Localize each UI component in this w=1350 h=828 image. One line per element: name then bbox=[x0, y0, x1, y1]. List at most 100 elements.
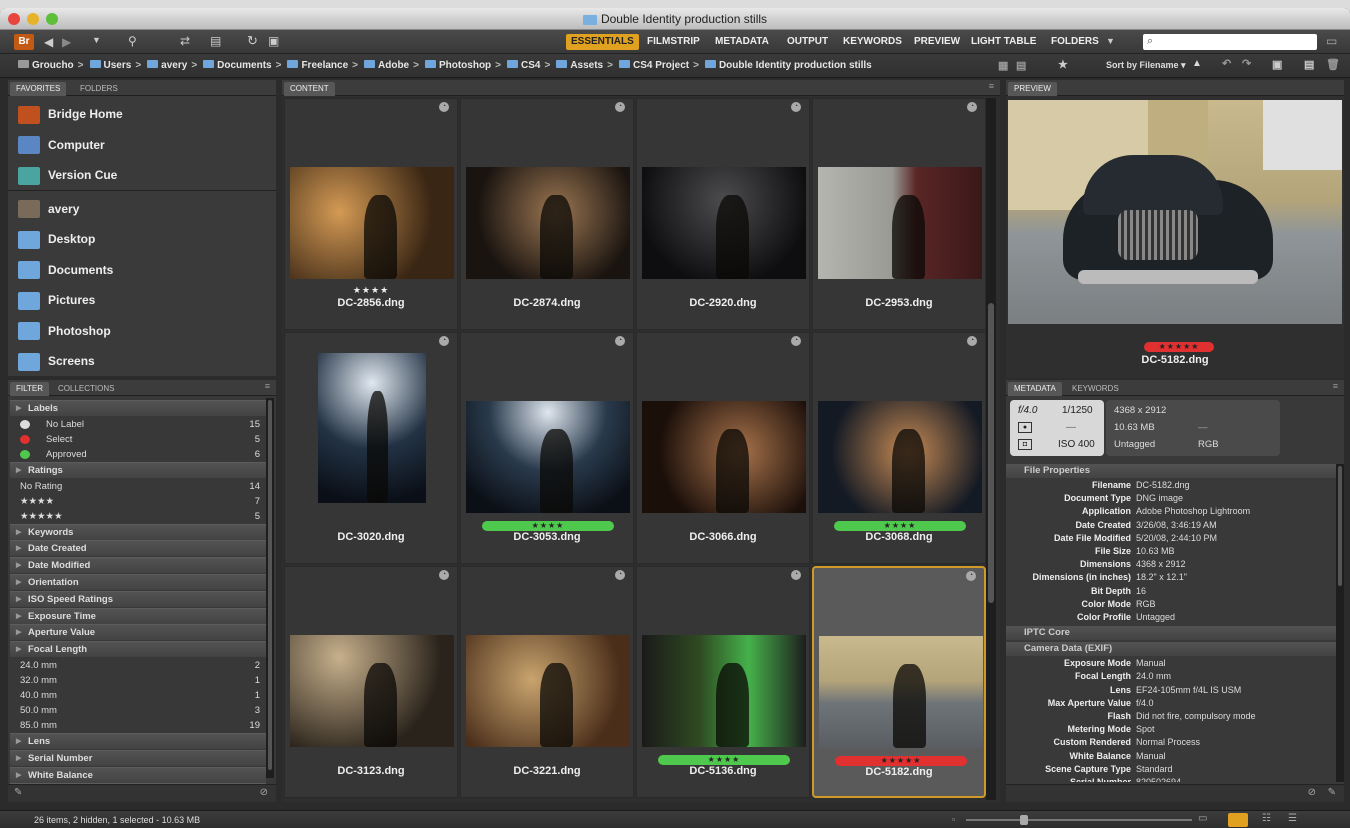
rotate-icon[interactable]: ↻ bbox=[247, 33, 258, 49]
tab-filter[interactable]: FILTER bbox=[10, 382, 49, 396]
favorite-documents[interactable]: Documents bbox=[18, 256, 113, 284]
filter-section-date-modified[interactable]: ▶ Date Modified bbox=[10, 557, 266, 574]
thumbnail-cell[interactable]: ◔ ★★★★ DC-3068.dng bbox=[812, 332, 986, 564]
thumbnail-image[interactable] bbox=[818, 167, 982, 279]
thumbnail-cell[interactable]: ◔ ★★★★ DC-5136.dng bbox=[636, 566, 810, 798]
breadcrumb-item[interactable]: Users bbox=[104, 60, 132, 71]
breadcrumb-item[interactable]: CS4 bbox=[521, 60, 540, 71]
filter-item-select[interactable]: Select 5 bbox=[10, 432, 266, 447]
metadata-value[interactable]: Untagged bbox=[1136, 611, 1175, 624]
metadata-badge-icon[interactable]: ◔ bbox=[615, 336, 625, 346]
filter-item-approved[interactable]: Approved 6 bbox=[10, 447, 266, 462]
metadata-value[interactable]: Standard bbox=[1136, 763, 1173, 776]
content-scrollbar[interactable] bbox=[986, 98, 996, 800]
open-in-camera-raw-icon[interactable]: ▤ bbox=[210, 34, 221, 48]
metadata-value[interactable]: Spot bbox=[1136, 723, 1155, 736]
metadata-value[interactable]: 16 bbox=[1136, 585, 1146, 598]
metadata-badge-icon[interactable]: ◔ bbox=[439, 336, 449, 346]
favorite-pictures[interactable]: Pictures bbox=[18, 286, 95, 314]
thumbnail-image[interactable] bbox=[818, 401, 982, 513]
favorite-bridge-home[interactable]: Bridge Home bbox=[18, 100, 123, 128]
filter-section-serial-number[interactable]: ▶ Serial Number bbox=[10, 749, 266, 766]
breadcrumb-item[interactable]: Groucho bbox=[32, 60, 74, 71]
pin-filter-icon[interactable]: ✎ bbox=[14, 787, 22, 798]
thumbnail-cell[interactable]: ◔ DC-3020.dng bbox=[284, 332, 458, 564]
filter-section-exposure-time[interactable]: ▶ Exposure Time bbox=[10, 607, 266, 624]
metadata-value[interactable]: 4368 x 2912 bbox=[1136, 558, 1186, 571]
thumbnail-cell[interactable]: ◔ DC-2953.dng bbox=[812, 98, 986, 330]
favorite-photoshop[interactable]: Photoshop bbox=[18, 317, 111, 345]
workspace-output[interactable]: OUTPUT bbox=[782, 34, 833, 50]
recent-dropdown-icon[interactable]: ▼ bbox=[92, 35, 101, 45]
view-as-details-icon[interactable]: ☷ bbox=[1262, 813, 1271, 824]
forward-arrow-icon[interactable]: ▶ bbox=[62, 35, 71, 49]
metadata-value[interactable]: 5/20/08, 2:44:10 PM bbox=[1136, 532, 1217, 545]
view-as-list-icon[interactable]: ☰ bbox=[1288, 813, 1297, 824]
metadata-value[interactable]: 10.63 MB bbox=[1136, 545, 1175, 558]
metadata-badge-icon[interactable]: ◔ bbox=[791, 336, 801, 346]
filter-item-no-label[interactable]: No Label 15 bbox=[10, 417, 266, 432]
close-window-button[interactable] bbox=[8, 13, 20, 25]
disclosure-triangle-icon[interactable]: ▶ bbox=[16, 592, 21, 607]
zoom-out-icon[interactable]: ▫ bbox=[952, 814, 955, 824]
metadata-badge-icon[interactable]: ◔ bbox=[967, 102, 977, 112]
disclosure-triangle-icon[interactable]: ▶ bbox=[16, 401, 21, 416]
metadata-value[interactable]: f/4.0 bbox=[1136, 697, 1154, 710]
disclosure-triangle-icon[interactable]: ▶ bbox=[16, 525, 21, 540]
workspace-preview[interactable]: PREVIEW bbox=[909, 34, 965, 50]
breadcrumb-item[interactable]: Photoshop bbox=[439, 60, 491, 71]
disclosure-triangle-icon[interactable]: ▶ bbox=[16, 642, 21, 657]
metadata-value[interactable]: 3/26/08, 3:46:19 AM bbox=[1136, 519, 1217, 532]
metadata-options-icon[interactable]: ⊘ bbox=[1308, 787, 1316, 798]
workspace-metadata[interactable]: METADATA bbox=[710, 34, 774, 50]
metadata-value[interactable]: 18.2" x 12.1" bbox=[1136, 571, 1187, 584]
thumbnail-image[interactable] bbox=[290, 167, 454, 279]
thumbnail-cell[interactable]: ◔ ★★★★ DC-3053.dng bbox=[460, 332, 634, 564]
undo-rotate-icon[interactable]: ↶ bbox=[1222, 57, 1231, 70]
filter-section-white-balance[interactable]: ▶ White Balance bbox=[10, 766, 266, 783]
metadata-badge-icon[interactable]: ◔ bbox=[967, 336, 977, 346]
metadata-badge-icon[interactable]: ◔ bbox=[439, 102, 449, 112]
open-recent-icon[interactable]: ▣ bbox=[1272, 58, 1282, 71]
minimize-window-button[interactable] bbox=[27, 13, 39, 25]
filter-item-24-0-mm[interactable]: 24.0 mm 2 bbox=[10, 658, 266, 673]
tab-keywords[interactable]: KEYWORDS bbox=[1066, 382, 1125, 396]
thumbnail-image[interactable] bbox=[466, 167, 630, 279]
disclosure-triangle-icon[interactable]: ▶ bbox=[16, 541, 21, 556]
camera-get-photos-icon[interactable]: ⚲ bbox=[128, 34, 137, 48]
new-folder-icon[interactable]: ▤ bbox=[1304, 58, 1314, 71]
metadata-value[interactable]: EF24-105mm f/4L IS USM bbox=[1136, 684, 1241, 697]
filter-section-labels[interactable]: ▶ Labels bbox=[10, 400, 266, 416]
favorite-version-cue[interactable]: Version Cue bbox=[18, 161, 117, 189]
tab-favorites[interactable]: FAVORITES bbox=[10, 82, 67, 96]
sort-dropdown[interactable]: Sort by Filename ▾ bbox=[1106, 60, 1186, 71]
disclosure-triangle-icon[interactable]: ▶ bbox=[16, 625, 21, 640]
metadata-section-exif[interactable]: Camera Data (EXIF) bbox=[1006, 642, 1336, 657]
workspace-more-icon[interactable]: ▼ bbox=[1106, 36, 1115, 46]
thumbnail-image[interactable] bbox=[642, 401, 806, 513]
view-as-thumbnails-icon[interactable] bbox=[1228, 813, 1248, 827]
workspace-keywords[interactable]: KEYWORDS bbox=[838, 34, 907, 50]
filter-item-no-rating[interactable]: No Rating 14 bbox=[10, 479, 266, 494]
metadata-value[interactable]: 820502694 bbox=[1136, 776, 1181, 782]
disclosure-triangle-icon[interactable]: ▶ bbox=[16, 575, 21, 590]
metadata-value[interactable]: Normal Process bbox=[1136, 736, 1200, 749]
metadata-value[interactable]: DNG image bbox=[1136, 492, 1183, 505]
breadcrumb-item[interactable]: Documents bbox=[217, 60, 271, 71]
metadata-value[interactable]: 24.0 mm bbox=[1136, 670, 1171, 683]
breadcrumb-item[interactable]: Assets bbox=[570, 60, 603, 71]
refine-icon[interactable]: ⇄ bbox=[180, 34, 190, 48]
filter-item-★★★★[interactable]: ★★★★ 7 bbox=[10, 494, 266, 509]
filter-item-★★★★★[interactable]: ★★★★★ 5 bbox=[10, 509, 266, 524]
filter-section-focal-length[interactable]: ▶ Focal Length bbox=[10, 641, 266, 658]
thumbnail-image[interactable] bbox=[290, 635, 454, 747]
metadata-value[interactable]: RGB bbox=[1136, 598, 1156, 611]
workspace-filmstrip[interactable]: FILMSTRIP bbox=[642, 34, 705, 50]
thumbnail-cell[interactable]: ◔ DC-2920.dng bbox=[636, 98, 810, 330]
sort-ascending-icon[interactable]: ▲ bbox=[1192, 58, 1202, 69]
workspace-light-table[interactable]: LIGHT TABLE bbox=[966, 34, 1041, 50]
thumbnail-image[interactable] bbox=[466, 401, 630, 513]
panel-menu-icon[interactable]: ≡ bbox=[265, 381, 270, 391]
filter-item-50-0-mm[interactable]: 50.0 mm 3 bbox=[10, 703, 266, 718]
thumbnail-cell[interactable]: ◔ DC-3066.dng bbox=[636, 332, 810, 564]
